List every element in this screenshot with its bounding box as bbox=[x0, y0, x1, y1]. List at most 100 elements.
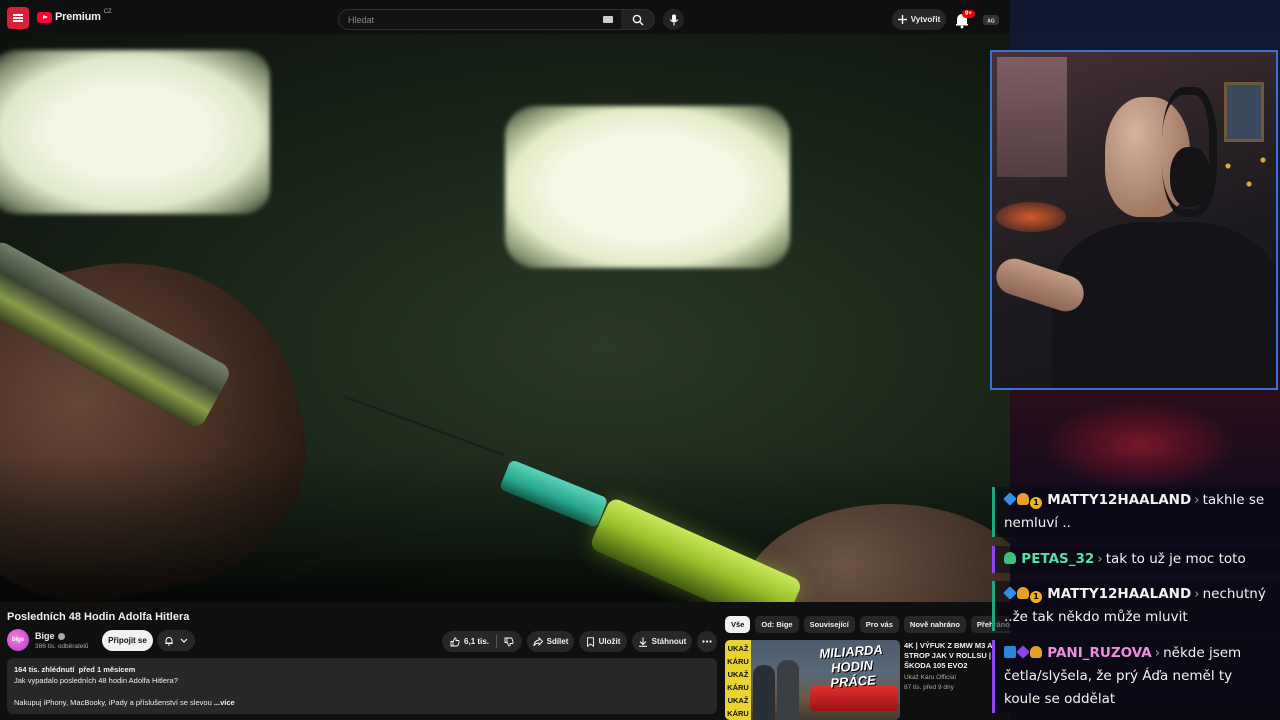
video-needle bbox=[344, 396, 506, 457]
chip-all[interactable]: Vše bbox=[725, 616, 751, 633]
channel-name-text: Bige bbox=[35, 631, 55, 641]
search-box bbox=[338, 9, 622, 30]
description-line-promo: Nakupuj iPhony, MacBooky, iPady a příslu… bbox=[14, 697, 710, 708]
share-label: Sdílet bbox=[546, 637, 569, 646]
subscription-bell-button[interactable] bbox=[157, 630, 195, 651]
verified-icon bbox=[57, 632, 65, 640]
video-player[interactable] bbox=[0, 34, 1010, 602]
description-more-link[interactable]: ...více bbox=[214, 698, 235, 707]
plus-icon bbox=[897, 15, 907, 24]
webcam-lamp bbox=[996, 202, 1066, 232]
description-box[interactable]: 164 tis. zhlédnutí před 1 měsícem Jak vy… bbox=[7, 658, 717, 714]
chat-message: PANI_RUZOVA › někde jsem četla/slyšela, že… bbox=[992, 640, 1280, 713]
save-label: Uložit bbox=[598, 637, 621, 646]
download-button[interactable]: Stáhnout bbox=[632, 631, 692, 652]
like-icon[interactable] bbox=[450, 637, 460, 647]
webcam-overlay bbox=[990, 50, 1278, 390]
chat-username[interactable]: MATTY12HAALAND bbox=[1047, 586, 1191, 602]
join-button[interactable]: Připojit se bbox=[102, 630, 153, 651]
channel-avatar[interactable]: bige bbox=[7, 629, 29, 651]
webcam-headphone-cup bbox=[1170, 147, 1210, 207]
cube-badge-icon bbox=[1003, 586, 1017, 600]
chip-related[interactable]: Související bbox=[803, 616, 855, 633]
bell-badge-icon bbox=[1017, 587, 1029, 599]
chip-for-you[interactable]: Pro vás bbox=[859, 616, 899, 633]
chip-from-channel[interactable]: Od: Bige bbox=[755, 616, 799, 633]
thumbnail-person bbox=[777, 660, 799, 720]
thumbnail-strip-text: KÁRU bbox=[727, 683, 749, 692]
green-badge-icon bbox=[1004, 552, 1016, 564]
keyboard-icon[interactable] bbox=[603, 16, 613, 23]
youtube-topbar: Premium CZ Vytvořit 9+ AG bbox=[0, 4, 1010, 34]
coin-badge-icon: 1 bbox=[1030, 497, 1042, 509]
thumbnail-strip-text: UKAŽ bbox=[727, 670, 749, 679]
share-button[interactable]: Sdílet bbox=[527, 631, 574, 652]
youtube-logo[interactable]: Premium CZ bbox=[37, 9, 112, 23]
webcam-person-body bbox=[1052, 222, 1276, 388]
search-input[interactable] bbox=[339, 10, 589, 30]
chat-username[interactable]: PETAS_32 bbox=[1021, 551, 1094, 567]
purple-badge-icon bbox=[1016, 645, 1030, 659]
chat-username[interactable]: MATTY12HAALAND bbox=[1047, 492, 1191, 508]
share-icon bbox=[532, 636, 543, 646]
search-icon bbox=[632, 14, 643, 25]
thumbnail-strip-text: KÁRU bbox=[727, 709, 749, 718]
more-actions-button[interactable] bbox=[697, 631, 717, 652]
youtube-play-icon bbox=[37, 11, 52, 23]
thumbnail-strip-text: UKAŽ bbox=[727, 696, 749, 705]
thumbnail-strip-text: UKAŽ bbox=[727, 644, 749, 653]
microphone-icon bbox=[669, 14, 678, 25]
create-label: Vytvořit bbox=[910, 15, 941, 24]
related-filter-chips: Vše Od: Bige Související Pro vás Nově na… bbox=[725, 616, 1010, 634]
bell-badge-icon bbox=[1017, 493, 1029, 505]
recommended-video-thumbnail[interactable]: UKAŽ KÁRU UKAŽ KÁRU UKAŽ KÁRU MILIARDA H… bbox=[725, 640, 900, 720]
description-promo-text: Nakupuj iPhony, MacBooky, iPady a příslu… bbox=[14, 698, 212, 707]
chat-username[interactable]: PANI_RUZOVA bbox=[1047, 645, 1151, 661]
more-horizontal-icon bbox=[702, 640, 712, 643]
view-count: 164 tis. zhlédnutí bbox=[14, 665, 75, 674]
description-line: Jak vypadalo posledních 48 hodin Adolfa … bbox=[14, 676, 178, 685]
stream-background-glow bbox=[1040, 400, 1240, 490]
chat-text: tak to už je moc toto bbox=[1105, 551, 1246, 567]
chip-recently-uploaded[interactable]: Nově nahráno bbox=[903, 616, 966, 633]
chat-message: PETAS_32 › tak to už je moc toto bbox=[992, 546, 1280, 573]
notifications-badge: 9+ bbox=[962, 10, 975, 18]
account-avatar[interactable]: AG bbox=[982, 12, 1000, 28]
menu-button[interactable] bbox=[7, 7, 29, 29]
video-title: Posledních 48 Hodin Adolfa Hitlera bbox=[7, 611, 190, 623]
channel-avatar-text: bige bbox=[11, 637, 25, 643]
logo-country: CZ bbox=[103, 9, 112, 15]
youtube-window: Premium CZ Vytvořit 9+ AG bbox=[0, 0, 1010, 720]
voice-search-button[interactable] bbox=[663, 9, 684, 30]
thumbnail-channel-strip: UKAŽ KÁRU UKAŽ KÁRU UKAŽ KÁRU bbox=[725, 640, 751, 720]
arrow-badge-icon bbox=[1004, 646, 1016, 658]
description-stats: 164 tis. zhlédnutí před 1 měsícem bbox=[14, 664, 710, 675]
webcam-picture-frame bbox=[1224, 82, 1264, 142]
channel-name[interactable]: Bige bbox=[35, 631, 65, 641]
thumbnail-strip-text: KÁRU bbox=[727, 657, 749, 666]
bookmark-icon bbox=[586, 636, 594, 647]
bell-icon bbox=[165, 636, 173, 646]
chat-message: 1 MATTY12HAALAND › nechutný ..že tak někdo… bbox=[992, 581, 1280, 631]
search-button[interactable] bbox=[621, 9, 655, 30]
screen: Premium CZ Vytvořit 9+ AG bbox=[0, 0, 1280, 720]
video-bright-window-left bbox=[0, 50, 270, 214]
channel-subscribers: 386 tis. odběratelů bbox=[35, 643, 89, 650]
recommended-video-channel[interactable]: Ukaž Káru Official bbox=[904, 674, 956, 681]
chevron-down-icon bbox=[180, 638, 188, 643]
webcam-background-window bbox=[997, 57, 1067, 177]
like-dislike-group: 6,1 tis. bbox=[442, 631, 522, 652]
like-count[interactable]: 6,1 tis. bbox=[464, 637, 489, 646]
chat-message: 1 MATTY12HAALAND › takhle se nemluví .. bbox=[992, 487, 1280, 537]
webcam-string-lights bbox=[1207, 142, 1276, 202]
thumbnail-headline: MILIARDA HODIN PRÁCE bbox=[818, 641, 884, 691]
cube-badge-icon bbox=[1003, 492, 1017, 506]
dislike-icon[interactable] bbox=[504, 637, 514, 647]
create-button[interactable]: Vytvořit bbox=[892, 9, 946, 30]
recommended-video-meta: 87 tis. před 9 dny bbox=[904, 684, 954, 691]
bell-badge-icon bbox=[1030, 646, 1042, 658]
thumbnail-person bbox=[753, 665, 775, 720]
svg-text:AG: AG bbox=[987, 19, 995, 25]
save-button[interactable]: Uložit bbox=[579, 631, 627, 652]
hamburger-icon bbox=[13, 17, 23, 19]
